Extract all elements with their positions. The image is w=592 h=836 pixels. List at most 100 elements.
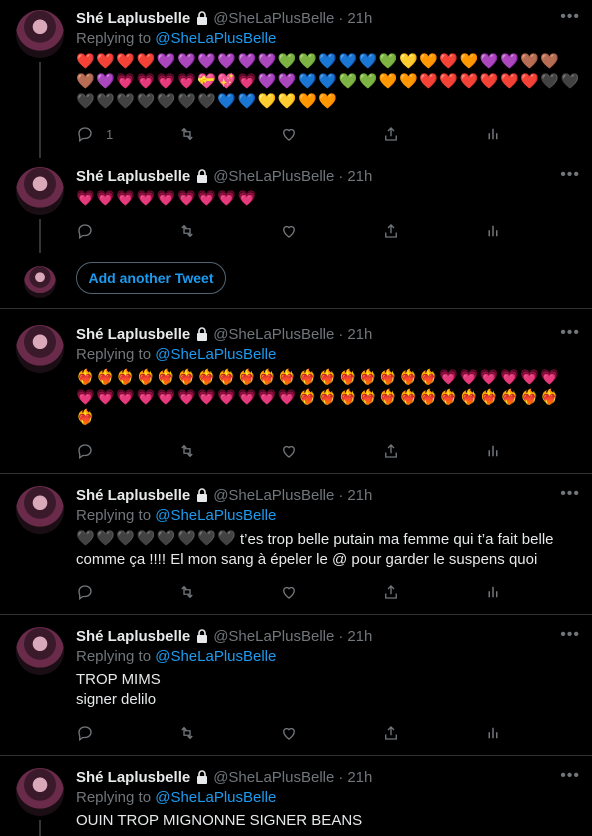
retweet-button[interactable]: [178, 723, 196, 743]
avatar[interactable]: [16, 486, 64, 534]
analytics-button[interactable]: [484, 441, 502, 461]
share-button[interactable]: [382, 441, 400, 461]
tweet-actions: [76, 441, 506, 461]
like-icon: [283, 225, 295, 238]
more-icon[interactable]: •••: [560, 324, 580, 342]
emoji: 💚: [298, 53, 317, 70]
emoji: 💗: [237, 190, 257, 207]
emoji: ❤️: [520, 73, 539, 90]
emoji: ❤️‍🔥: [257, 369, 277, 386]
add-another-tweet-button[interactable]: Add another Tweet: [76, 262, 226, 294]
author-handle[interactable]: @SheLaPlusBelle: [213, 487, 334, 504]
like-button[interactable]: [280, 221, 298, 241]
avatar[interactable]: [16, 627, 64, 675]
emoji: 🧡: [298, 93, 317, 110]
timestamp[interactable]: 21h: [347, 326, 372, 343]
reply-icon: [78, 585, 92, 601]
emoji: ❤️‍🔥: [459, 389, 479, 406]
analytics-button[interactable]: [484, 582, 502, 602]
author-handle[interactable]: @SheLaPlusBelle: [213, 326, 334, 343]
author-handle[interactable]: @SheLaPlusBelle: [213, 628, 334, 645]
author-handle[interactable]: @SheLaPlusBelle: [213, 168, 334, 185]
analytics-icon: [488, 225, 498, 237]
more-icon[interactable]: •••: [560, 485, 580, 503]
emoji: 💙: [318, 53, 337, 70]
emoji: 💜: [197, 53, 216, 70]
replying-prefix: Replying to: [76, 30, 156, 47]
share-button[interactable]: [382, 221, 400, 241]
reply-icon: [78, 224, 92, 240]
more-icon[interactable]: •••: [560, 166, 580, 184]
timestamp[interactable]: 21h: [347, 628, 372, 645]
replying-handle-link[interactable]: @SheLaPlusBelle: [155, 30, 276, 47]
like-button[interactable]: [280, 124, 298, 144]
like-button[interactable]: [280, 441, 298, 461]
avatar[interactable]: [16, 325, 64, 373]
tweet-header: Shé Laplusbelle @SheLaPlusBelle · 21h: [76, 485, 372, 505]
retweet-icon: [181, 726, 193, 740]
replying-to: Replying to @SheLaPlusBelle: [76, 648, 276, 665]
timestamp[interactable]: 21h: [347, 487, 372, 504]
author-name[interactable]: Shé Laplusbelle: [76, 769, 190, 786]
retweet-icon: [181, 127, 193, 141]
analytics-button[interactable]: [484, 124, 502, 144]
timestamp[interactable]: 21h: [347, 769, 372, 786]
emoji: 🖤: [76, 530, 95, 547]
more-icon[interactable]: •••: [560, 767, 580, 785]
reply-button[interactable]: 1: [76, 124, 113, 144]
reply-icon: [78, 127, 92, 143]
retweet-button[interactable]: [178, 221, 196, 241]
author-name[interactable]: Shé Laplusbelle: [76, 487, 190, 504]
emoji: ❤️: [116, 53, 136, 70]
author-name[interactable]: Shé Laplusbelle: [76, 10, 190, 27]
emoji: ❤️: [96, 53, 115, 70]
emoji: 💜: [217, 53, 236, 70]
divider: [0, 473, 592, 474]
emoji: ❤️: [419, 73, 438, 90]
emoji: 🖤: [176, 93, 196, 110]
emoji: ❤️‍🔥: [298, 389, 317, 406]
author-name[interactable]: Shé Laplusbelle: [76, 168, 190, 185]
emoji: 💗: [116, 190, 136, 207]
emoji: 💗: [237, 389, 257, 406]
replying-handle-link[interactable]: @SheLaPlusBelle: [155, 507, 276, 524]
emoji: 💚: [277, 53, 297, 70]
reply-button[interactable]: [76, 582, 94, 602]
retweet-button[interactable]: [178, 441, 196, 461]
reply-button[interactable]: [76, 441, 94, 461]
author-handle[interactable]: @SheLaPlusBelle: [213, 10, 334, 27]
like-button[interactable]: [280, 582, 298, 602]
timestamp[interactable]: 21h: [347, 10, 372, 27]
emoji: 🖤: [156, 530, 176, 547]
emoji: 💗: [96, 389, 115, 406]
more-icon[interactable]: •••: [560, 8, 580, 26]
tweet-text: signer delilo: [76, 691, 157, 708]
replying-handle-link[interactable]: @SheLaPlusBelle: [155, 346, 276, 363]
reply-button[interactable]: [76, 723, 94, 743]
replying-prefix: Replying to: [76, 507, 156, 524]
replying-handle-link[interactable]: @SheLaPlusBelle: [155, 648, 276, 665]
reply-button[interactable]: [76, 221, 94, 241]
author-name[interactable]: Shé Laplusbelle: [76, 628, 190, 645]
author-handle[interactable]: @SheLaPlusBelle: [213, 769, 334, 786]
dot-separator: ·: [338, 325, 344, 343]
more-icon[interactable]: •••: [560, 626, 580, 644]
analytics-button[interactable]: [484, 723, 502, 743]
replying-handle-link[interactable]: @SheLaPlusBelle: [155, 789, 276, 806]
avatar[interactable]: [16, 768, 64, 816]
emoji: ❤️‍🔥: [399, 369, 418, 386]
retweet-button[interactable]: [178, 582, 196, 602]
like-button[interactable]: [280, 723, 298, 743]
analytics-button[interactable]: [484, 221, 502, 241]
share-button[interactable]: [382, 582, 400, 602]
share-button[interactable]: [382, 723, 400, 743]
emoji: ❤️‍🔥: [298, 369, 317, 386]
avatar[interactable]: [16, 10, 64, 58]
emoji: 💗: [499, 369, 519, 386]
share-button[interactable]: [382, 124, 400, 144]
retweet-button[interactable]: [178, 124, 196, 144]
timestamp[interactable]: 21h: [347, 168, 372, 185]
tweet-actions: [76, 723, 506, 743]
avatar[interactable]: [16, 167, 64, 215]
author-name[interactable]: Shé Laplusbelle: [76, 326, 190, 343]
